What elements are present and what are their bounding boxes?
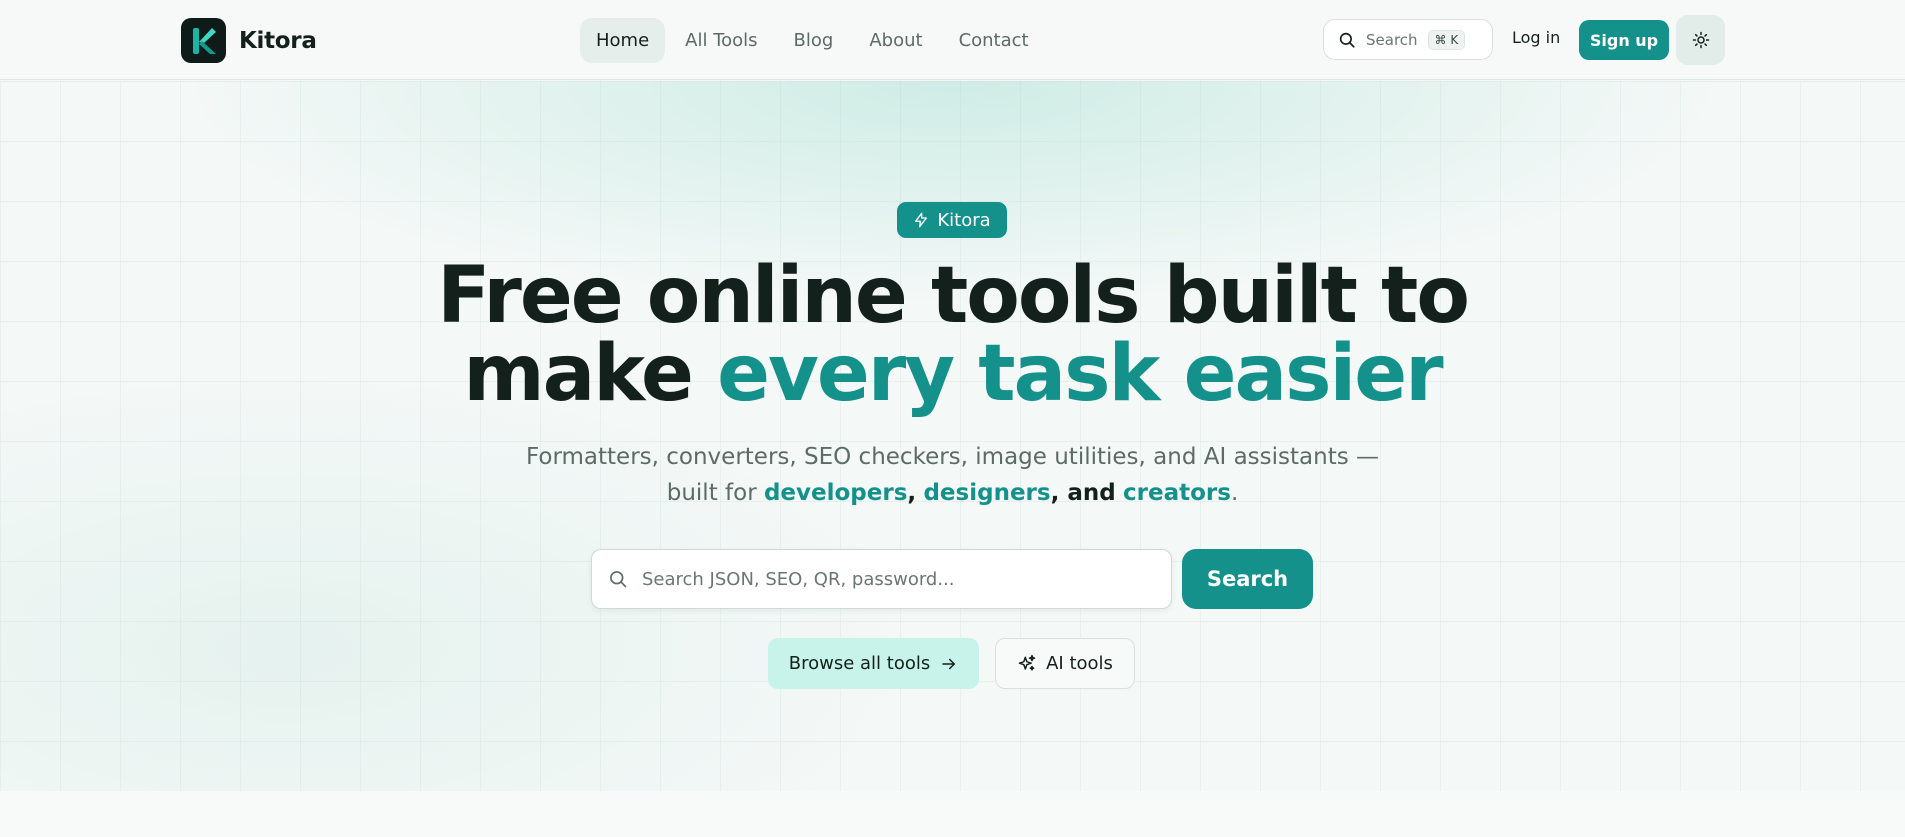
hero-search-button[interactable]: Search [1182, 549, 1313, 609]
ai-tools-label: AI tools [1046, 653, 1113, 674]
subtitle-period: . [1230, 480, 1239, 506]
browse-all-tools-button[interactable]: Browse all tools [768, 638, 979, 689]
arrow-right-icon [942, 658, 956, 669]
subtitle-comma: , [907, 480, 917, 506]
hero-badge: Kitora [897, 202, 1007, 238]
headline-line-1: Free online tools built to [437, 251, 1470, 341]
signup-button[interactable]: Sign up [1579, 20, 1669, 60]
hero-headline: Free online tools built to make every ta… [0, 257, 1905, 413]
nav-home[interactable]: Home [580, 18, 666, 63]
login-link[interactable]: Log in [1512, 28, 1560, 47]
nav-all-tools[interactable]: All Tools [669, 18, 773, 63]
nav-contact[interactable]: Contact [943, 18, 1045, 63]
hero-search-field[interactable] [591, 549, 1172, 609]
subtitle-prefix: built for [666, 480, 764, 506]
keyboard-shortcut-badge: ⌘ K [1427, 29, 1466, 50]
audience-developers: developers [763, 480, 908, 506]
headline-accent: every task easier [717, 329, 1444, 419]
subtitle-and: , and [1050, 480, 1116, 506]
hero-badge-label: Kitora [937, 209, 991, 231]
sun-icon [1692, 31, 1709, 49]
nav-about[interactable]: About [853, 18, 938, 63]
brand-name: Kitora [239, 27, 317, 54]
kitora-logo-icon [181, 18, 226, 63]
header-search-button[interactable]: Search ⌘ K [1323, 19, 1493, 60]
hero-search-input[interactable] [642, 568, 1142, 590]
header-search-label: Search [1366, 30, 1418, 49]
hero-section: Kitora Free online tools built to make e… [0, 81, 1905, 791]
below-hero-area [0, 791, 1905, 837]
audience-designers: designers [923, 480, 1051, 506]
brand-logo[interactable]: Kitora [181, 18, 317, 63]
site-header: Kitora Home All Tools Blog About Contact… [0, 0, 1905, 80]
theme-toggle-button[interactable] [1676, 15, 1725, 65]
headline-line-2: make [463, 329, 718, 419]
hero-subtitle: Formatters, converters, SEO checkers, im… [0, 439, 1905, 511]
nav-blog[interactable]: Blog [778, 18, 850, 63]
audience-creators: creators [1123, 480, 1231, 506]
search-icon [610, 571, 627, 588]
main-nav: Home All Tools Blog About Contact [580, 18, 1049, 63]
search-icon [1339, 32, 1355, 48]
subtitle-line-1: Formatters, converters, SEO checkers, im… [525, 444, 1380, 470]
ai-tools-button[interactable]: AI tools [995, 638, 1135, 689]
lightning-icon [915, 212, 928, 228]
sparkles-icon [1018, 654, 1036, 671]
browse-all-tools-label: Browse all tools [788, 653, 931, 674]
